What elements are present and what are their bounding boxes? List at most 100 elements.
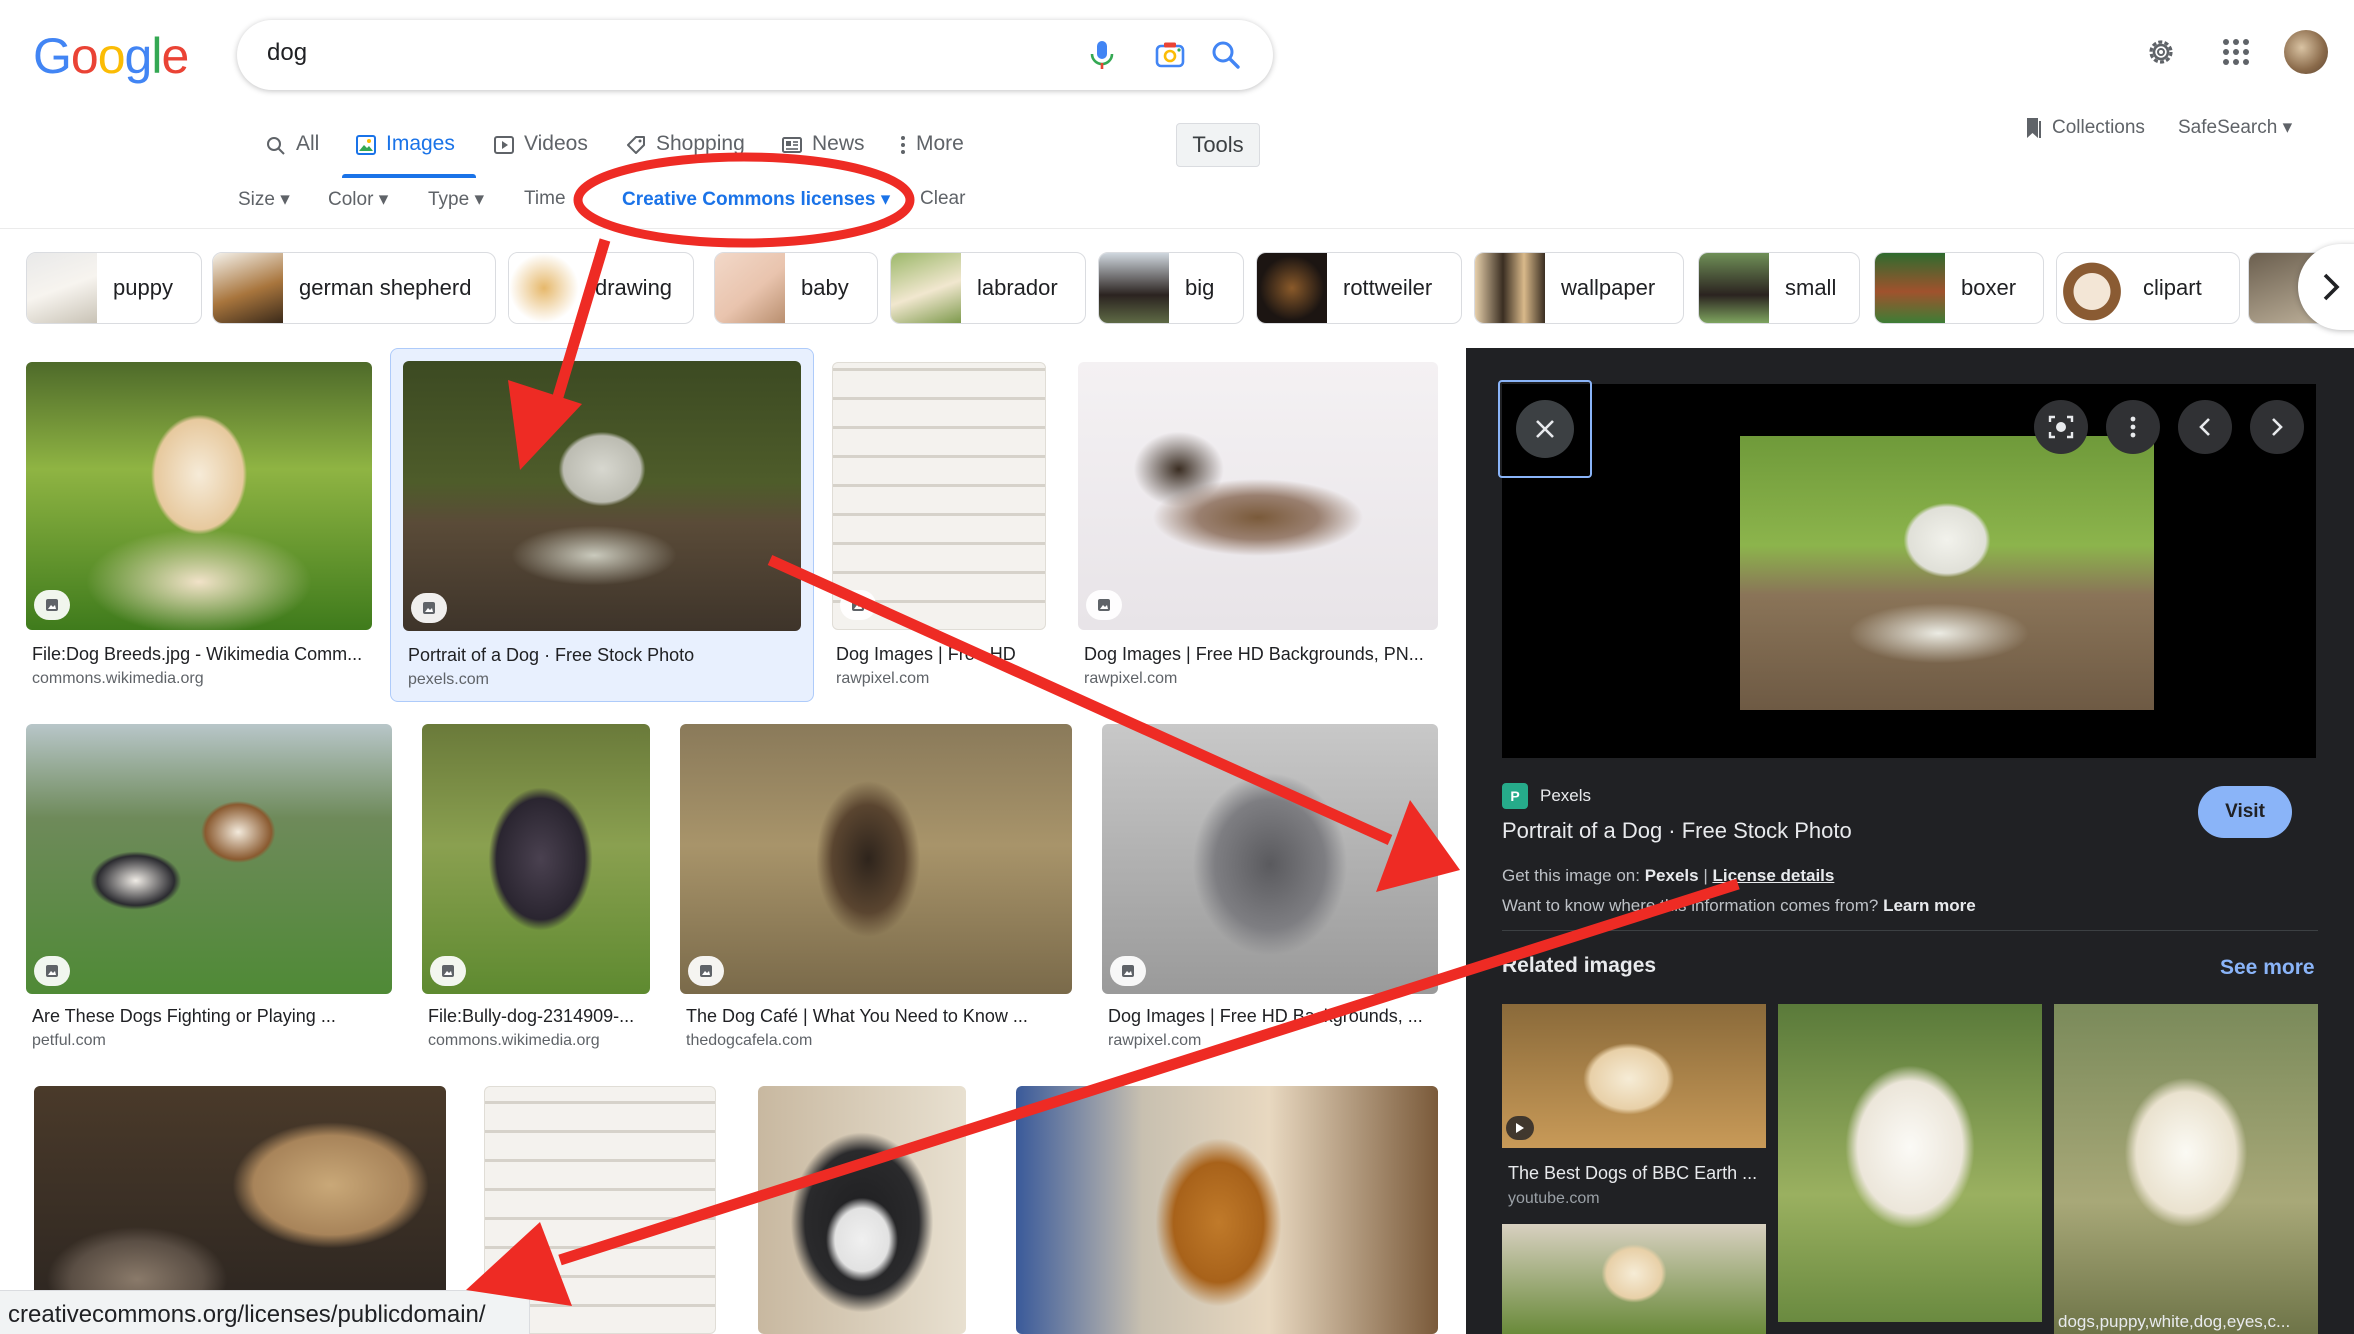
chip-thumbnail: [891, 253, 961, 323]
related-caption[interactable]: The Best Dogs of BBC Earth ...: [1508, 1163, 1762, 1184]
related-image[interactable]: [2054, 1004, 2318, 1334]
chip-wallpaper[interactable]: wallpaper: [1474, 252, 1684, 324]
result-title[interactable]: Portrait of a Dog · Free Stock Photo: [408, 645, 798, 666]
tab-news[interactable]: News: [782, 130, 865, 184]
google-lens-button[interactable]: [2034, 400, 2088, 454]
see-more-link[interactable]: See more: [2220, 956, 2315, 980]
chip-puppy[interactable]: puppy: [26, 252, 202, 324]
panel-source[interactable]: P Pexels: [1502, 783, 1591, 809]
active-tab-indicator: [342, 174, 476, 178]
collections-link[interactable]: Collections: [2024, 116, 2145, 140]
image-badge: [1110, 956, 1146, 986]
result-title[interactable]: File:Dog Breeds.jpg - Wikimedia Comm...: [32, 644, 368, 665]
search-icon: [267, 137, 285, 155]
related-image[interactable]: [1502, 1004, 1766, 1148]
microphone-icon[interactable]: [1083, 36, 1121, 74]
chip-labrador[interactable]: labrador: [890, 252, 1086, 324]
google-logo[interactable]: Google: [33, 26, 189, 86]
link-status-bar: creativecommons.org/licenses/publicdomai…: [0, 1290, 530, 1334]
chip-big[interactable]: big: [1098, 252, 1244, 324]
result-card[interactable]: Dog Images | Free HD Backgrounds, ... ra…: [1102, 724, 1438, 1058]
chip-small[interactable]: small: [1698, 252, 1860, 324]
result-image[interactable]: [758, 1086, 966, 1334]
search-input[interactable]: dog: [267, 39, 307, 67]
result-card[interactable]: Dog Images | Free HD Backgrounds, PN... …: [1078, 362, 1438, 692]
settings-gear-icon[interactable]: [2141, 32, 2181, 72]
result-title[interactable]: Dog Images | Free HD: [836, 644, 1042, 665]
chip-thumbnail: [1875, 253, 1945, 323]
search-icon[interactable]: [1207, 36, 1245, 74]
panel-title[interactable]: Portrait of a Dog · Free Stock Photo: [1502, 818, 1852, 844]
logo-letter: g: [124, 28, 153, 84]
learn-more-link[interactable]: Learn more: [1883, 896, 1976, 915]
filter-usage-rights[interactable]: Creative Commons licenses ▾: [622, 188, 890, 211]
logo-letter: o: [97, 28, 126, 84]
filter-color[interactable]: Color ▾: [328, 188, 388, 211]
previous-image-button[interactable]: [2178, 400, 2232, 454]
result-card[interactable]: File:Dog Breeds.jpg - Wikimedia Comm... …: [26, 362, 372, 692]
chevron-right-icon: [2272, 418, 2283, 436]
result-image[interactable]: [680, 724, 1072, 994]
camera-lens-icon[interactable]: [1151, 36, 1189, 74]
chip-baby[interactable]: baby: [714, 252, 878, 324]
chip-rottweiler[interactable]: rottweiler: [1256, 252, 1462, 324]
result-image[interactable]: [403, 361, 801, 631]
result-title[interactable]: Dog Images | Free HD Backgrounds, PN...: [1084, 644, 1434, 665]
result-title[interactable]: File:Bully-dog-2314909-...: [428, 1006, 646, 1027]
search-box[interactable]: dog: [237, 20, 1273, 90]
more-options-button[interactable]: [2106, 400, 2160, 454]
get-site-link[interactable]: Pexels: [1645, 866, 1699, 885]
account-avatar[interactable]: [2284, 30, 2328, 74]
filter-label: Time: [524, 188, 566, 209]
result-card-selected[interactable]: Portrait of a Dog · Free Stock Photo pex…: [390, 348, 814, 702]
preview-image[interactable]: [1740, 436, 2154, 710]
safesearch-menu[interactable]: SafeSearch ▾: [2178, 116, 2292, 139]
result-image[interactable]: [1102, 724, 1438, 994]
filter-clear[interactable]: Clear: [920, 188, 965, 210]
tag-icon: [627, 136, 645, 154]
tab-more[interactable]: More: [900, 130, 964, 184]
image-badge: [34, 956, 70, 986]
logo-letter: e: [161, 28, 189, 84]
related-image[interactable]: [1502, 1224, 1766, 1334]
tools-button[interactable]: Tools: [1176, 123, 1260, 167]
filter-type[interactable]: Type ▾: [428, 188, 484, 211]
result-image[interactable]: [26, 724, 392, 994]
related-image[interactable]: [1778, 1004, 2042, 1322]
next-image-button[interactable]: [2250, 400, 2304, 454]
filter-time[interactable]: Time: [524, 188, 566, 210]
visit-button[interactable]: Visit: [2198, 786, 2292, 838]
result-image[interactable]: [1078, 362, 1438, 630]
result-card[interactable]: [758, 1086, 966, 1334]
filter-size[interactable]: Size ▾: [238, 188, 290, 211]
result-card[interactable]: Are These Dogs Fighting or Playing ... p…: [26, 724, 392, 1058]
image-badge: [430, 956, 466, 986]
result-card[interactable]: [1016, 1086, 1438, 1334]
license-details-link[interactable]: License details: [1712, 866, 1834, 885]
related-caption[interactable]: dogs,puppy,white,dog,eyes,c...: [2058, 1312, 2314, 1332]
image-badge: [840, 590, 876, 620]
result-card[interactable]: File:Bully-dog-2314909-... commons.wikim…: [422, 724, 650, 1058]
tab-videos[interactable]: Videos: [494, 130, 588, 184]
apps-grid-icon[interactable]: [2216, 32, 2256, 72]
result-image[interactable]: [26, 362, 372, 630]
result-title[interactable]: Are These Dogs Fighting or Playing ...: [32, 1006, 388, 1027]
result-card[interactable]: Dog Images | Free HD rawpixel.com: [832, 362, 1046, 692]
result-title[interactable]: The Dog Café | What You Need to Know ...: [686, 1006, 1068, 1027]
result-image[interactable]: [422, 724, 650, 994]
chip-boxer[interactable]: boxer: [1874, 252, 2044, 324]
chip-drawing[interactable]: drawing: [508, 252, 694, 324]
result-image[interactable]: [1016, 1086, 1438, 1334]
chip-clipart[interactable]: clipart: [2056, 252, 2240, 324]
tab-shopping[interactable]: Shopping: [626, 130, 745, 184]
chip-label: clipart: [2143, 275, 2202, 300]
result-card[interactable]: The Dog Café | What You Need to Know ...…: [680, 724, 1072, 1058]
image-badge: [34, 590, 70, 620]
result-title[interactable]: Dog Images | Free HD Backgrounds, ...: [1108, 1006, 1434, 1027]
chip-german-shepherd[interactable]: german shepherd: [212, 252, 496, 324]
tab-all[interactable]: All: [266, 130, 319, 184]
close-panel-button[interactable]: [1498, 380, 1592, 478]
result-source: rawpixel.com: [1108, 1032, 1202, 1049]
caret-down-icon: ▾: [880, 189, 891, 210]
chip-label: german shepherd: [299, 275, 472, 300]
